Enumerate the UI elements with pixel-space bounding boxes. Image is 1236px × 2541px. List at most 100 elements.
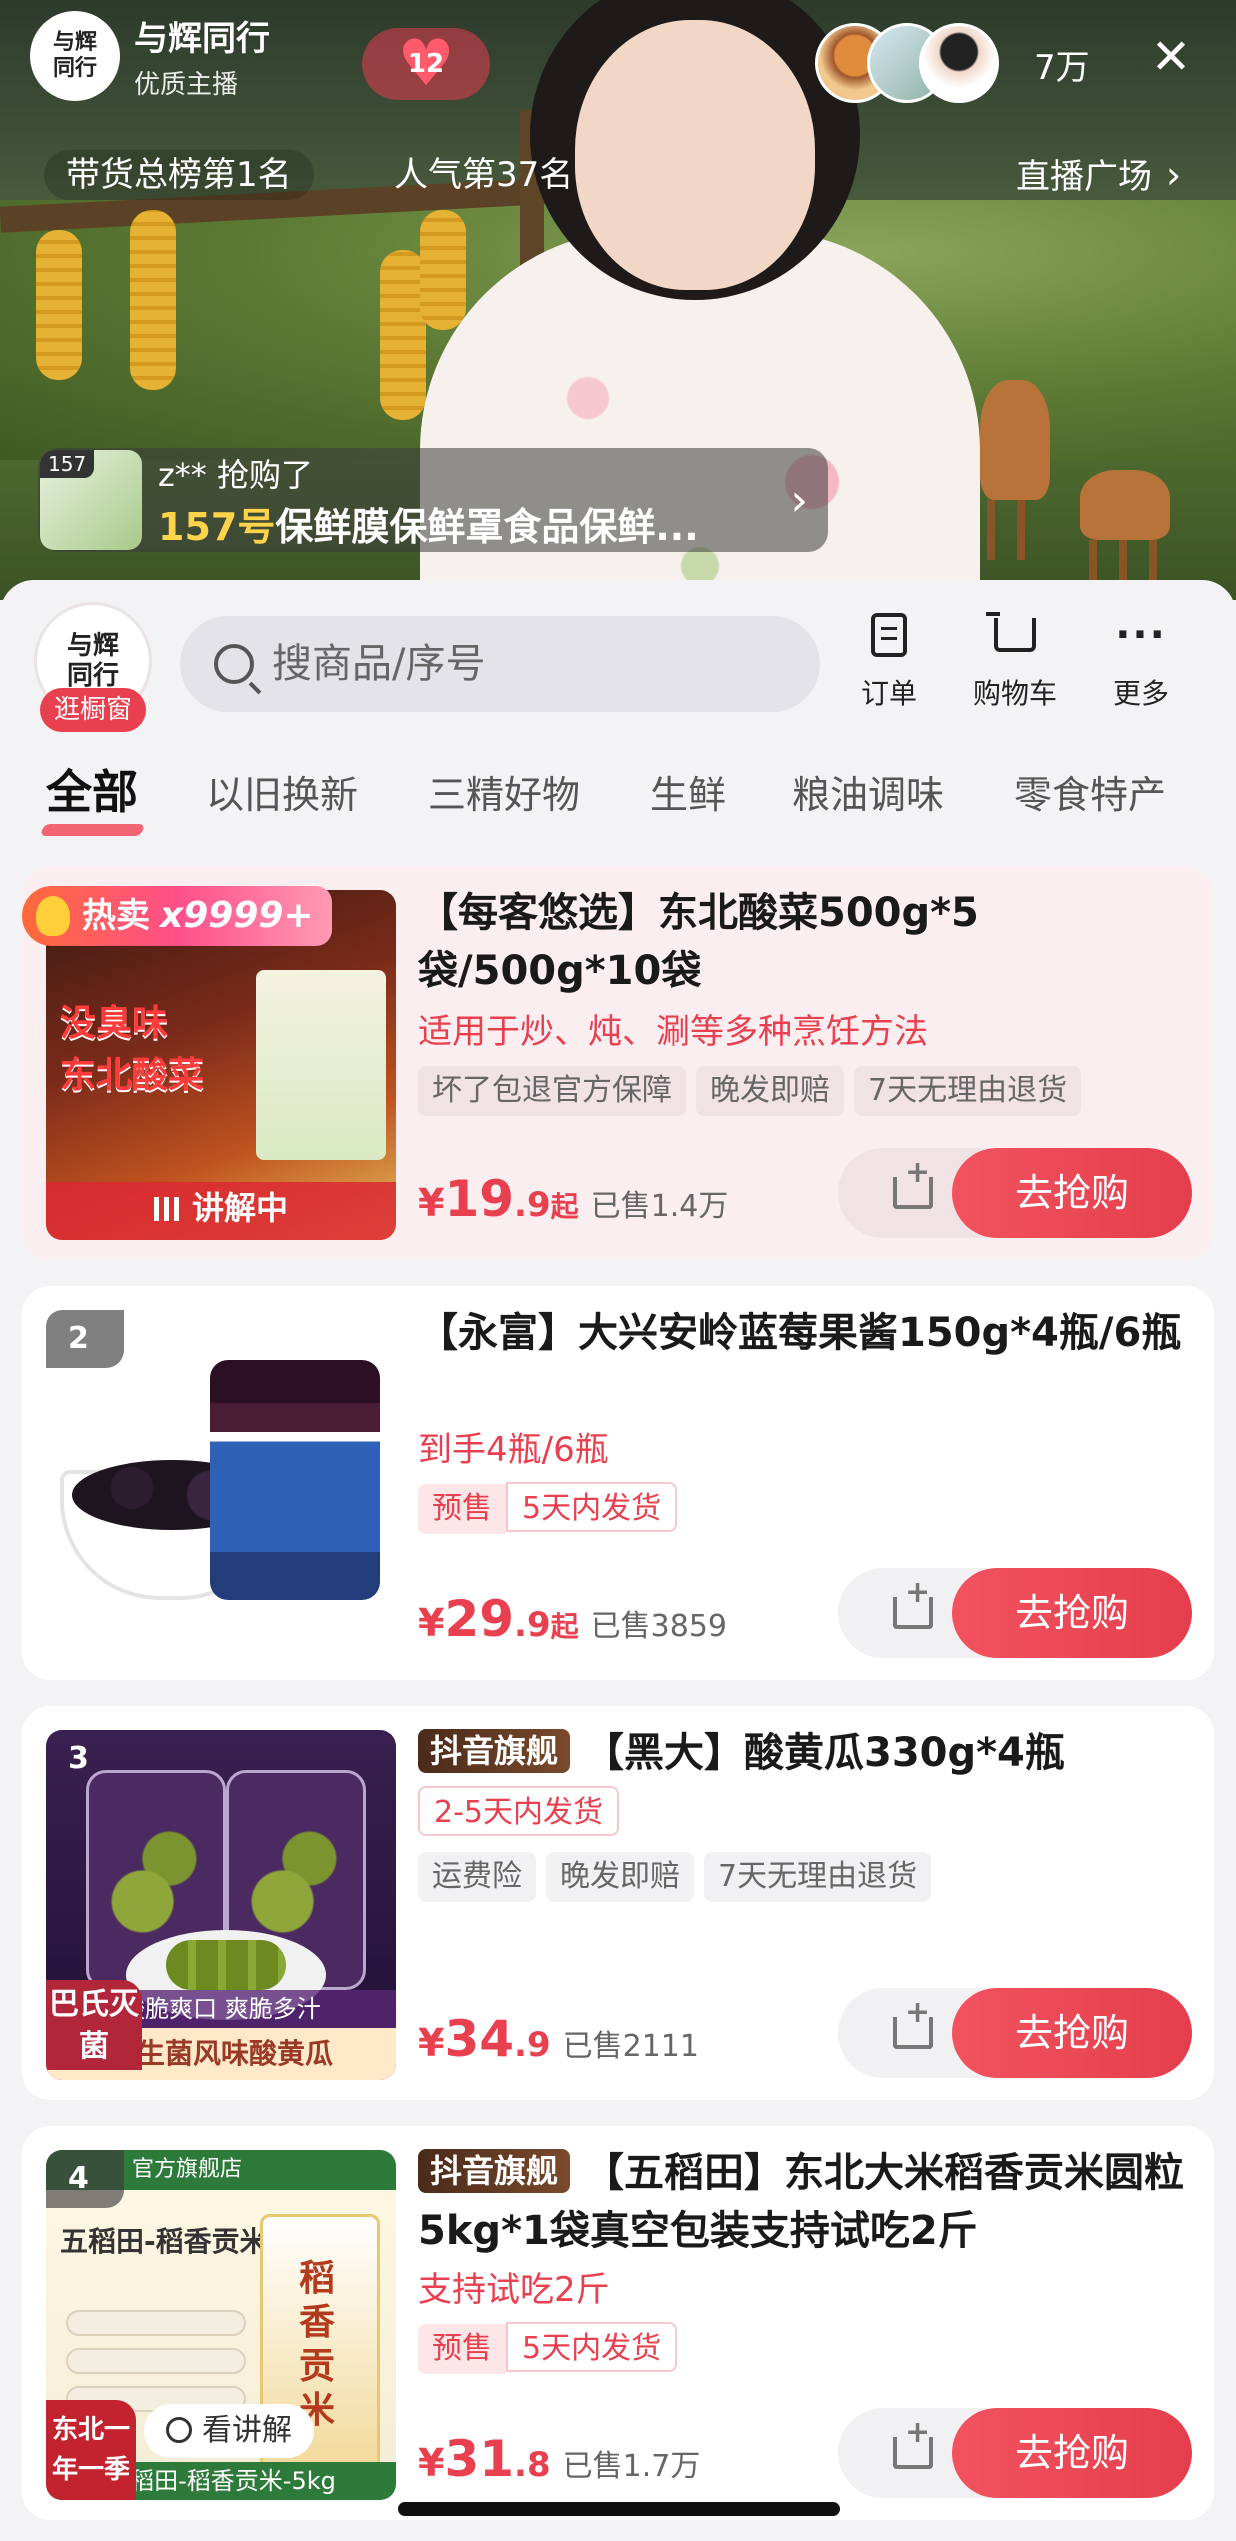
corn-decoration — [36, 230, 82, 380]
jam-jar — [210, 1360, 380, 1600]
service-tag: 7天无理由退货 — [854, 1066, 1082, 1116]
product-image[interactable]: 酸脆爽口 爽脆多汁 益生菌风味酸黄瓜 巴氏灭菌 3 — [46, 1730, 396, 2080]
service-tag: 晚发即赔 — [546, 1852, 694, 1902]
service-tags: 坏了包退官方保障 晚发即赔 7天无理由退货 — [418, 1066, 1091, 1116]
search-bar[interactable] — [180, 616, 820, 712]
tab-trade-in[interactable]: 以旧换新 — [206, 764, 358, 819]
product-image-text: 东北一年一季 — [46, 2400, 136, 2500]
deer — [980, 380, 1050, 560]
product-card[interactable]: 官方旗舰店 五稻田-稻香贡米 稻香贡米 五稻田-稻香贡米-5kg 东北一年一季 … — [22, 2126, 1214, 2520]
toast-item-name: 保鲜膜保鲜罩食品保鲜... — [275, 504, 699, 549]
product-subtitle: 适用于炒、炖、涮等多种烹饪方法 — [418, 1012, 928, 1052]
cart-icon — [986, 612, 1036, 652]
live-explaining-label: 讲解中 — [192, 1189, 289, 1227]
live-plaza-link[interactable]: 直播广场 › — [1016, 150, 1181, 200]
live-plaza-label: 直播广场 — [1016, 157, 1152, 197]
buy-now-button[interactable]: 去抢购 — [952, 1148, 1192, 1238]
home-indicator[interactable] — [398, 2502, 840, 2516]
viewer-count[interactable]: 7万 — [1034, 40, 1090, 89]
purchase-toast[interactable]: 157 z** 抢购了 157号保鲜膜保鲜罩食品保鲜... › — [38, 448, 828, 552]
tab-fresh[interactable]: 生鲜 — [650, 764, 726, 819]
service-tag: 7天无理由退货 — [704, 1852, 932, 1902]
price-decimal: .8 — [514, 2445, 551, 2485]
orders-button[interactable]: 订单 — [834, 608, 944, 712]
live-explaining-chip[interactable]: 讲解中 — [138, 1184, 304, 1232]
like-badge[interactable]: 12 — [362, 28, 490, 100]
product-title[interactable]: 抖音旗舰 【五稻田】东北大米稻香贡米圆粒5kg*1袋真空包装支持试吃2斤 — [418, 2144, 1198, 2260]
product-package — [256, 970, 386, 1160]
tab-grain-oil[interactable]: 粮油调味 — [792, 764, 944, 819]
sold-count: 已售3859 — [590, 1609, 727, 1644]
tab-selected-goods[interactable]: 三精好物 — [428, 764, 580, 819]
buy-now-button[interactable]: 去抢购 — [952, 1568, 1192, 1658]
replay-icon — [166, 2417, 192, 2443]
price-integer: 34 — [444, 2010, 515, 2068]
tab-all[interactable]: 全部 — [46, 756, 138, 822]
ship-time-tag: 5天内发货 — [506, 2322, 678, 2372]
price-suffix: 起 — [550, 1610, 579, 1643]
more-icon: ··· — [1115, 612, 1167, 658]
popularity-rank[interactable]: 人气第37名 — [372, 150, 595, 200]
product-image[interactable]: 2 — [46, 1310, 396, 1660]
anchor-info[interactable]: 与辉同行 与辉同行 优质主播 — [30, 11, 330, 101]
product-image-text: 巴氏灭菌 — [46, 1980, 142, 2070]
price-decimal: .9 — [514, 1185, 551, 1225]
product-title[interactable]: 【每客悠选】东北酸菜500g*5袋/500g*10袋 — [418, 884, 1198, 1000]
viewer-avatar — [919, 23, 999, 103]
order-icon — [871, 613, 907, 657]
purchase-toast-thumbnail: 157 — [40, 450, 142, 550]
product-price: ¥31.8 已售1.7万 — [418, 2430, 701, 2488]
add-cart-icon — [893, 1995, 933, 2049]
price-decimal: .9 — [514, 1605, 551, 1645]
add-cart-icon — [893, 2415, 933, 2469]
sold-count: 已售2111 — [562, 2029, 699, 2064]
orders-label: 订单 — [860, 677, 917, 710]
toast-buyer: z** 抢购了 — [158, 455, 313, 494]
ship-time-tag: 5天内发货 — [506, 1482, 678, 1532]
tab-snacks[interactable]: 零食特产 — [1014, 764, 1166, 819]
hot-sale-badge: 热卖 x9999+ — [22, 886, 332, 946]
shipping-tags: 预售 5天内发货 — [418, 2322, 687, 2374]
buy-now-button[interactable]: 去抢购 — [952, 2408, 1192, 2498]
close-icon[interactable]: ✕ — [1150, 33, 1192, 81]
chevron-right-icon: › — [1166, 153, 1182, 197]
product-title[interactable]: 抖音旗舰 【黑大】酸黄瓜330g*4瓶 — [418, 1724, 1198, 1782]
viewer-avatars[interactable] — [815, 22, 999, 104]
ship-time-tag: 2-5天内发货 — [418, 1786, 619, 1836]
search-icon — [214, 644, 254, 684]
sold-count: 已售1.4万 — [590, 1189, 729, 1224]
hot-count: x9999+ — [160, 895, 314, 936]
product-title[interactable]: 【永富】大兴安岭蓝莓果酱150g*4瓶/6瓶 — [418, 1304, 1198, 1362]
flame-icon — [36, 896, 70, 936]
watch-explanation-button[interactable]: 看讲解 — [144, 2404, 314, 2458]
service-tag: 晚发即赔 — [696, 1066, 844, 1116]
product-index: 3 — [68, 1741, 89, 1776]
anchor-name: 与辉同行 — [134, 19, 270, 59]
product-card[interactable]: 酸脆爽口 爽脆多汁 益生菌风味酸黄瓜 巴氏灭菌 3 抖音旗舰 【黑大】酸黄瓜330… — [22, 1706, 1214, 2100]
product-card[interactable]: 2 【永富】大兴安岭蓝莓果酱150g*4瓶/6瓶 到手4瓶/6瓶 预售 5天内发货… — [22, 1286, 1214, 1680]
product-image[interactable]: 官方旗舰店 五稻田-稻香贡米 稻香贡米 五稻田-稻香贡米-5kg 东北一年一季 … — [46, 2150, 396, 2500]
buy-now-button[interactable]: 去抢购 — [952, 1988, 1192, 2078]
feature-line — [66, 2310, 246, 2336]
product-image-text: 没臭味 — [60, 1003, 169, 1044]
product-subtitle: 支持试吃2斤 — [418, 2270, 610, 2310]
product-image-text: 东北酸菜 — [60, 1055, 205, 1096]
anchor-avatar[interactable]: 与辉同行 — [30, 11, 120, 101]
product-image-text: 五稻田-稻香贡米 — [60, 2225, 268, 2258]
heart-icon: 12 — [396, 32, 456, 96]
hot-label: 热卖 — [82, 896, 150, 936]
more-button[interactable]: ··· 更多 — [1086, 608, 1196, 712]
product-price: ¥19.9起 已售1.4万 — [418, 1170, 729, 1228]
shipping-tags: 预售 5天内发货 — [418, 1482, 687, 1534]
sales-rank[interactable]: 带货总榜第1名 — [44, 150, 314, 200]
shipping-tags: 2-5天内发货 — [418, 1786, 629, 1836]
product-index: 2 — [46, 1310, 124, 1368]
cart-button[interactable]: 购物车 — [960, 608, 1070, 712]
corn-decoration — [130, 210, 176, 390]
shop-window-tag[interactable]: 逛橱窗 — [40, 688, 146, 732]
presale-tag: 预售 — [418, 2324, 506, 2374]
search-input[interactable] — [272, 641, 812, 687]
sold-count: 已售1.7万 — [562, 2449, 701, 2484]
more-label: 更多 — [1112, 677, 1169, 710]
toast-item-number: 157号 — [158, 504, 276, 549]
